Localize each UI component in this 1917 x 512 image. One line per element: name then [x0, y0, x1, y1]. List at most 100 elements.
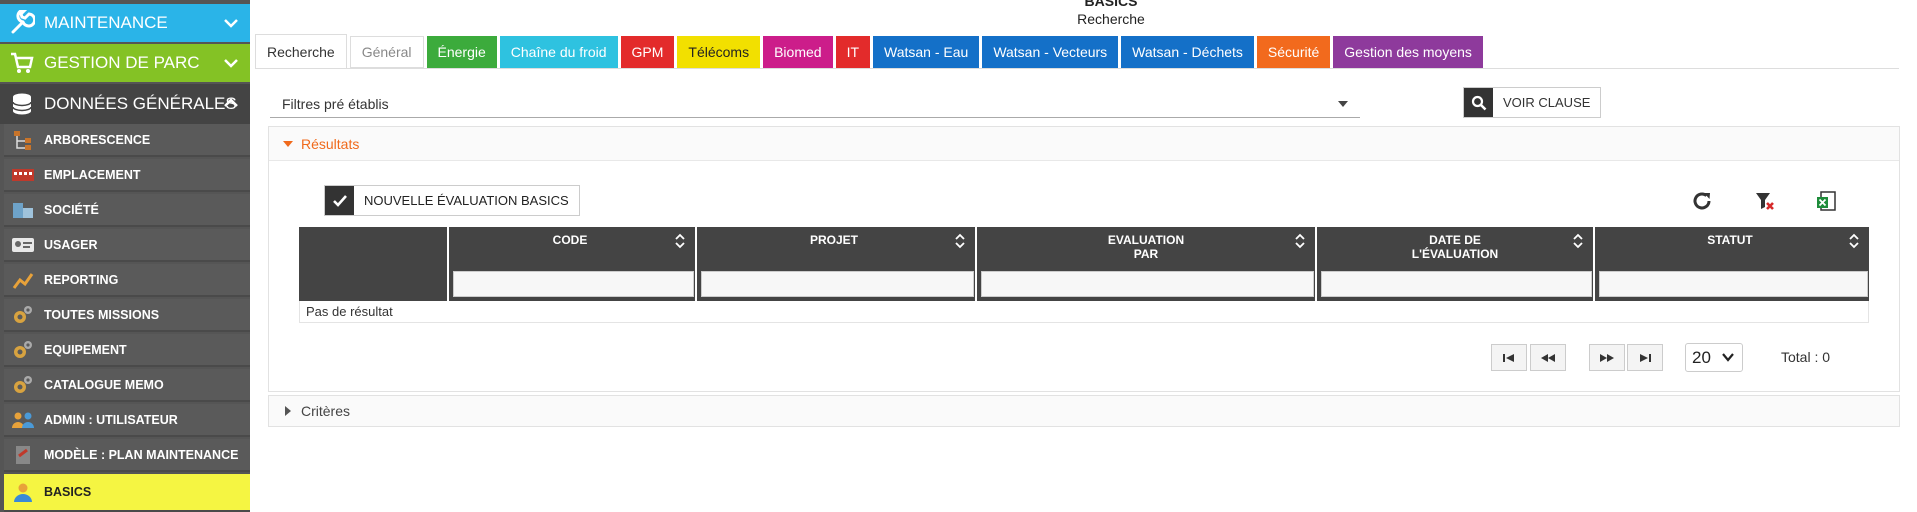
- tab-biomed[interactable]: Biomed: [763, 36, 833, 68]
- criteria-panel-header[interactable]: Critères: [268, 395, 1900, 427]
- sidebar-item-label: REPORTING: [44, 272, 119, 287]
- sidebar-section-maintenance[interactable]: MAINTENANCE: [0, 4, 250, 42]
- chevron-down-icon: [224, 19, 238, 28]
- sidebar-item-usager[interactable]: USAGER: [4, 229, 250, 262]
- page-size-value: 20: [1692, 347, 1711, 367]
- empty-result-message: Pas de résultat: [299, 301, 1869, 323]
- results-panel: Résultats NOUVELLE ÉVALUATION BASICS COD…: [268, 126, 1900, 392]
- sidebar-item-emplacement[interactable]: EMPLACEMENT: [4, 159, 250, 192]
- cart-icon: [8, 49, 36, 77]
- statut-filter-input[interactable]: [1599, 271, 1868, 297]
- check-icon: [325, 186, 354, 215]
- sort-icon[interactable]: [1573, 233, 1583, 249]
- column-evaluation-par[interactable]: EVALUATION PAR: [977, 227, 1317, 301]
- tab-recherche[interactable]: Recherche: [255, 34, 347, 68]
- sidebar-section-donnees-generales[interactable]: DONNÉES GÉNÉRALES: [0, 84, 250, 124]
- tab-energie[interactable]: Énergie: [426, 36, 497, 68]
- date-evaluation-filter-input[interactable]: [1321, 271, 1592, 297]
- first-page-button[interactable]: [1491, 344, 1527, 371]
- view-clause-button[interactable]: VOIR CLAUSE: [1463, 87, 1602, 118]
- column-projet[interactable]: PROJET: [697, 227, 977, 301]
- sort-icon[interactable]: [675, 233, 685, 249]
- last-page-button[interactable]: [1627, 344, 1663, 371]
- column-header-label: STATUT: [1707, 233, 1753, 247]
- column-header-label: EVALUATION PAR: [1107, 233, 1185, 261]
- preset-filters-label: Filtres pré établis: [282, 95, 389, 112]
- chart-icon: [10, 268, 36, 292]
- sidebar-item-label: MODÈLE : PLAN MAINTENANCE: [44, 447, 239, 462]
- template-icon: [10, 443, 36, 467]
- column-code[interactable]: CODE: [449, 227, 697, 301]
- sidebar-item-reporting[interactable]: REPORTING: [4, 264, 250, 297]
- tab-general[interactable]: Général: [349, 36, 424, 68]
- grid-column-selector: [299, 227, 449, 301]
- clear-filter-icon[interactable]: [1753, 189, 1777, 213]
- sidebar-item-admin-utilisateur[interactable]: ADMIN : UTILISATEUR: [4, 404, 250, 437]
- caret-down-icon: [1338, 101, 1348, 107]
- column-statut[interactable]: STATUT: [1595, 227, 1869, 301]
- company-icon: [10, 198, 36, 222]
- user-icon: [10, 480, 36, 504]
- sidebar-item-label: BASICS: [44, 485, 92, 499]
- tab-divider: [255, 68, 1899, 69]
- sidebar-item-societe[interactable]: SOCIÉTÉ: [4, 194, 250, 227]
- previous-page-button[interactable]: [1530, 344, 1566, 371]
- new-evaluation-button[interactable]: NOUVELLE ÉVALUATION BASICS: [324, 185, 580, 216]
- tab-watsan-vecteurs[interactable]: Watsan - Vecteurs: [982, 36, 1119, 68]
- chevron-down-icon: [1722, 353, 1734, 362]
- sidebar-item-label: SOCIÉTÉ: [44, 202, 99, 217]
- caret-down-icon: [283, 140, 293, 147]
- code-filter-input[interactable]: [453, 271, 694, 297]
- sidebar-section-label: MAINTENANCE: [44, 13, 168, 32]
- column-date-evaluation[interactable]: DATE DE L'ÉVALUATION: [1317, 227, 1595, 301]
- id-card-icon: [10, 233, 36, 257]
- sidebar-item-toutes-missions[interactable]: TOUTES MISSIONS: [4, 299, 250, 332]
- results-title: Résultats: [301, 135, 360, 152]
- tab-watsan-eau[interactable]: Watsan - Eau: [873, 36, 980, 68]
- caret-right-icon: [285, 406, 291, 416]
- sidebar: MAINTENANCE GESTION DE PARC DONNÉES GÉNÉ…: [0, 0, 250, 512]
- search-icon: [1464, 88, 1493, 117]
- sidebar-item-modele-plan-maintenance[interactable]: MODÈLE : PLAN MAINTENANCE: [4, 439, 250, 472]
- sidebar-item-equipement[interactable]: EQUIPEMENT: [4, 334, 250, 367]
- sidebar-item-label: CATALOGUE MEMO: [44, 377, 164, 392]
- refresh-icon[interactable]: [1690, 189, 1714, 213]
- tab-telecoms[interactable]: Télécoms: [677, 36, 761, 68]
- sort-icon[interactable]: [955, 233, 965, 249]
- column-header-label: DATE DE L'ÉVALUATION: [1411, 233, 1499, 261]
- gears-icon: [10, 338, 36, 362]
- sidebar-item-basics[interactable]: BASICS: [4, 474, 250, 512]
- tab-chaine-du-froid[interactable]: Chaîne du froid: [499, 36, 618, 68]
- page-subtitle: Recherche: [1077, 11, 1145, 27]
- page-size-select[interactable]: 20: [1685, 343, 1743, 372]
- app-window: MAINTENANCE GESTION DE PARC DONNÉES GÉNÉ…: [0, 0, 1917, 512]
- sidebar-item-label: USAGER: [44, 237, 98, 252]
- gears-icon: [10, 303, 36, 327]
- new-evaluation-label: NOUVELLE ÉVALUATION BASICS: [364, 193, 569, 208]
- tab-watsan-dechets[interactable]: Watsan - Déchets: [1121, 36, 1254, 68]
- chevron-down-icon: [224, 59, 238, 68]
- sort-icon[interactable]: [1849, 233, 1859, 249]
- tab-bar: Recherche Général Énergie Chaîne du froid GP…: [255, 34, 1483, 68]
- view-clause-label: VOIR CLAUSE: [1503, 95, 1591, 110]
- next-page-button[interactable]: [1589, 344, 1625, 371]
- sidebar-item-arborescence[interactable]: ARBORESCENCE: [4, 124, 250, 157]
- sidebar-section-gestion-de-parc[interactable]: GESTION DE PARC: [0, 44, 250, 82]
- tab-gpm[interactable]: GPM: [620, 36, 675, 68]
- tab-gestion-des-moyens[interactable]: Gestion des moyens: [1333, 36, 1483, 68]
- tab-securite[interactable]: Sécurité: [1256, 36, 1331, 68]
- projet-filter-input[interactable]: [701, 271, 974, 297]
- excel-export-icon[interactable]: [1815, 189, 1839, 213]
- sort-icon[interactable]: [1295, 233, 1305, 249]
- gears-icon: [10, 373, 36, 397]
- sidebar-section-label: DONNÉES GÉNÉRALES: [44, 94, 237, 113]
- sidebar-item-label: ARBORESCENCE: [44, 132, 151, 147]
- grid-header: CODE PROJET EVALUATION PAR DATE DE L'ÉVA…: [299, 227, 1869, 301]
- page-title: BASICS: [1084, 0, 1138, 9]
- preset-filters-select[interactable]: Filtres pré établis: [270, 90, 1360, 118]
- tab-it[interactable]: IT: [835, 36, 871, 68]
- sidebar-item-label: EMPLACEMENT: [44, 167, 141, 182]
- sidebar-item-catalogue-memo[interactable]: CATALOGUE MEMO: [4, 369, 250, 402]
- evaluation-par-filter-input[interactable]: [981, 271, 1314, 297]
- results-panel-header[interactable]: Résultats: [269, 127, 1899, 161]
